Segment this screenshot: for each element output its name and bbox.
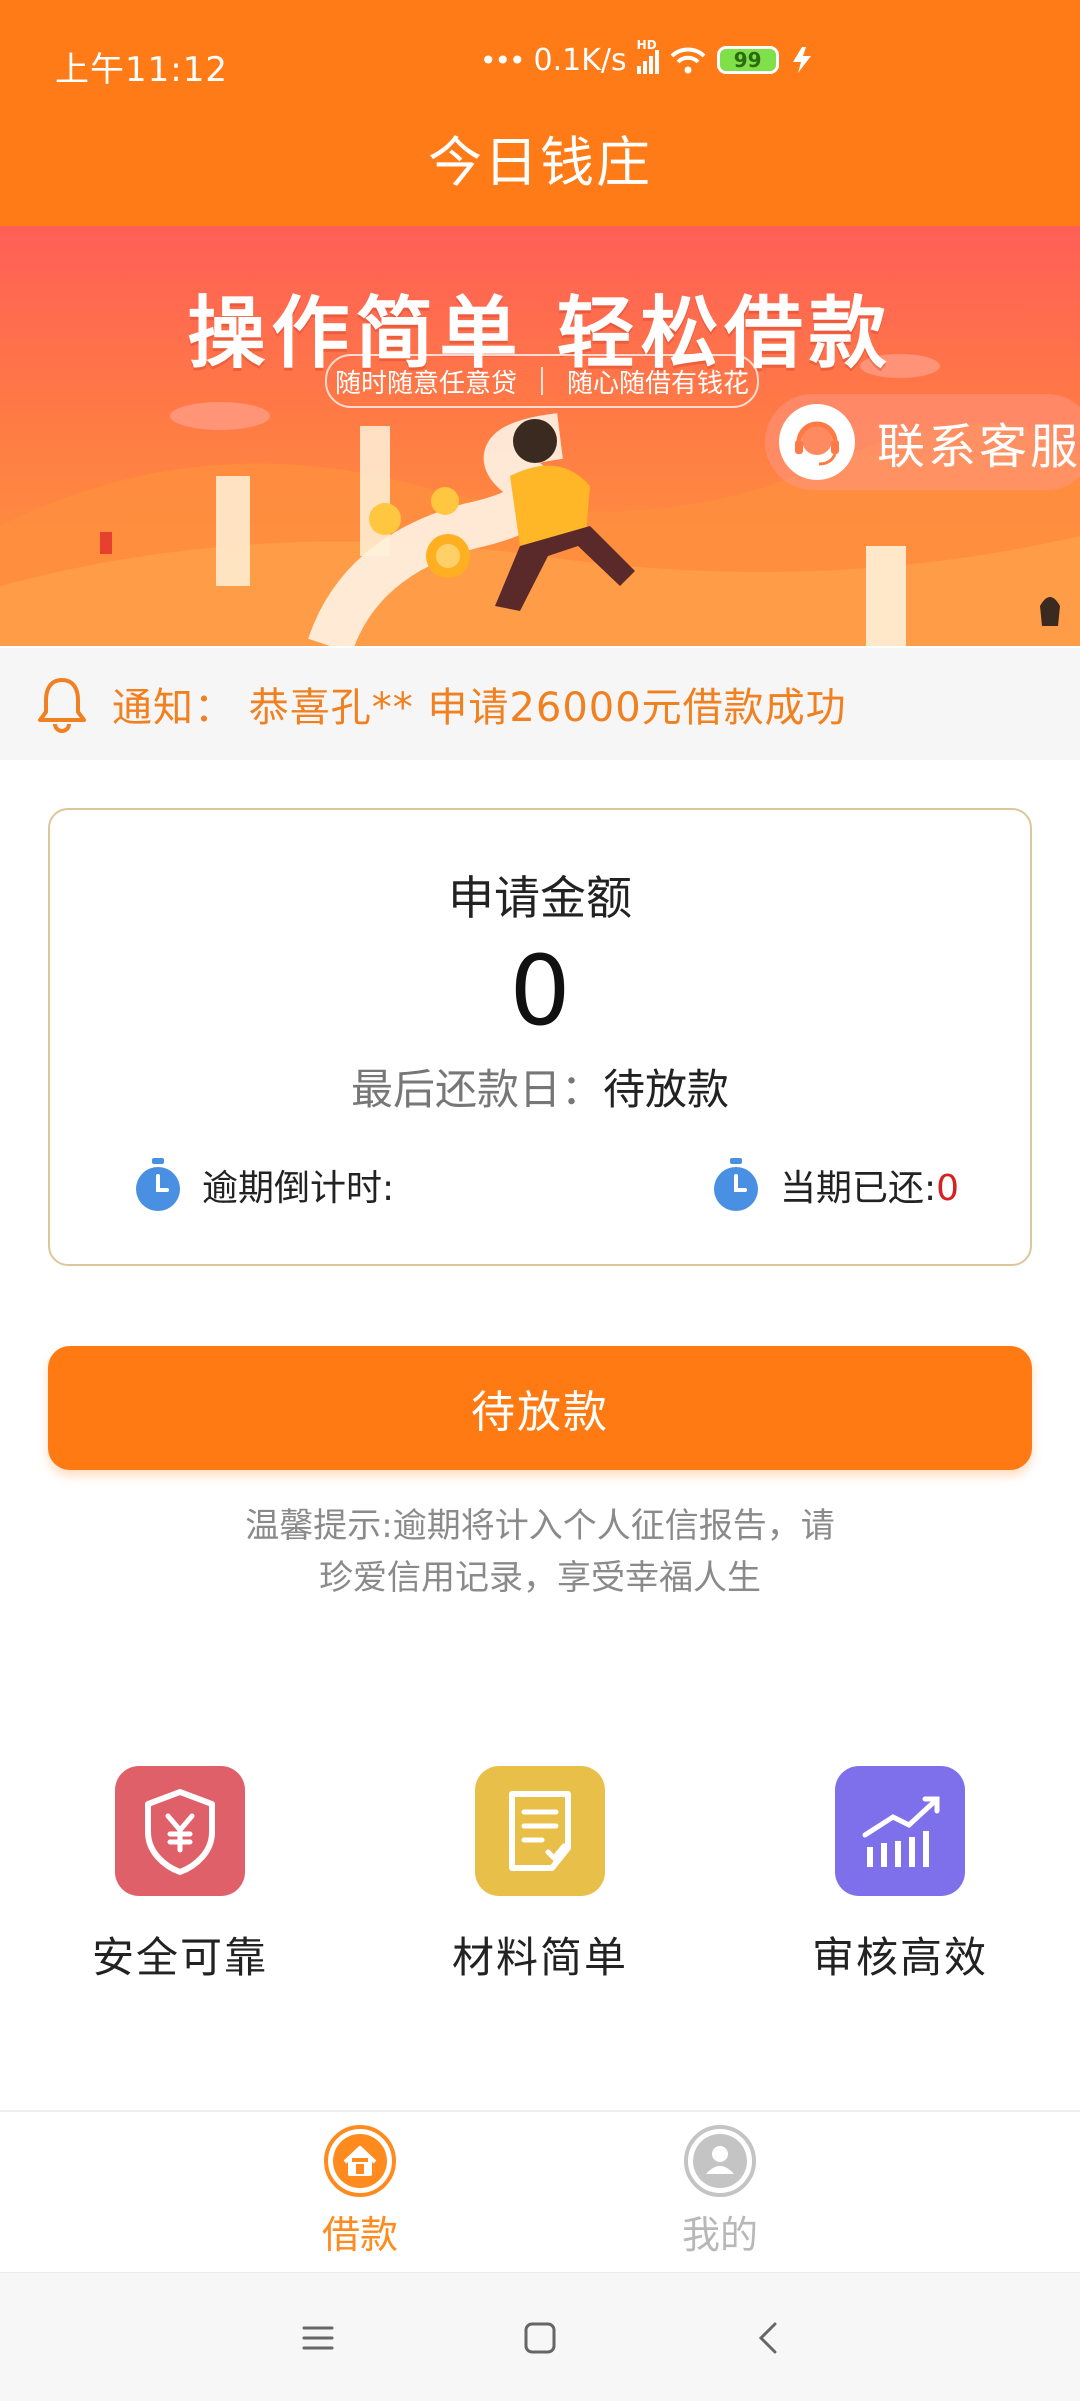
period-paid-label: 当期已还: — [780, 1168, 937, 1209]
network-speed: 0.1K/s — [533, 42, 627, 78]
bottom-tab-bar: 借款 我的 — [0, 2110, 1080, 2272]
document-check-icon — [475, 1766, 605, 1896]
warm-tip-line-1: 温馨提示:逾期将计入个人征信报告，请 — [245, 1506, 835, 1546]
hd-badge: HD — [636, 38, 657, 52]
banner-tag-left: 随时随意任意贷 — [334, 368, 517, 399]
feature-label-simple: 材料简单 — [451, 1933, 628, 1982]
warm-tip-line-2: 珍爱信用记录，享受幸福人生 — [319, 1558, 761, 1598]
overdue-countdown: 逾期倒计时: — [132, 1156, 394, 1214]
signal-icon: HD — [636, 38, 659, 74]
due-date-value: 待放款 — [603, 1065, 730, 1114]
menu-icon — [302, 2326, 334, 2350]
stopwatch-icon — [136, 1158, 180, 1211]
banner-tags: 随时随意任意贷 随心随借有钱花 — [325, 354, 759, 408]
notice-text: 通知： 恭喜孔** 申请26000元借款成功 — [112, 685, 847, 731]
page-title: 今日钱庄 — [428, 131, 652, 194]
more-dots-icon: ••• — [480, 43, 526, 77]
banner-tag-right: 随心随借有钱花 — [567, 368, 750, 399]
back-button[interactable] — [728, 2303, 808, 2373]
feature-secure: 安全可靠 — [60, 1766, 300, 1985]
feature-label-secure: 安全可靠 — [91, 1933, 268, 1982]
status-time: 上午11:12 — [55, 50, 228, 90]
notice-bar: 通知： 恭喜孔** 申请26000元借款成功 — [0, 648, 1080, 760]
loan-card: 申请金额 0 最后还款日：待放款 逾期倒计时: 当期已还:0 — [48, 808, 1032, 1266]
warm-tip: 温馨提示:逾期将计入个人征信报告，请 珍爱信用记录，享受幸福人生 — [160, 1500, 920, 1604]
loan-amount-value: 0 — [509, 935, 571, 1047]
tab-mine-label: 我的 — [681, 2213, 758, 2257]
home-button[interactable] — [500, 2303, 580, 2373]
promo-banner: 操作简单 轻松借款 随时随意任意贷 随心随借有钱花 联系客服 — [0, 226, 1080, 646]
period-paid: 当期已还:0 — [710, 1156, 959, 1214]
tab-loan[interactable]: 借款 — [260, 2124, 460, 2259]
period-paid-value: 0 — [936, 1168, 960, 1209]
overdue-countdown-label: 逾期倒计时: — [202, 1168, 395, 1209]
tab-mine[interactable]: 我的 — [620, 2124, 820, 2259]
menu-button[interactable] — [278, 2303, 358, 2373]
stopwatch-icon — [714, 1158, 758, 1211]
feature-label-efficient: 审核高效 — [811, 1933, 988, 1982]
loan-amount-title: 申请金额 — [448, 871, 632, 925]
due-date-label: 最后还款日： — [350, 1065, 603, 1114]
contact-service-button[interactable]: 联系客服 — [765, 394, 1080, 490]
status-icons: ••• 0.1K/s HD 99 — [480, 38, 815, 80]
customer-service-icon — [779, 404, 855, 480]
user-icon — [684, 2125, 756, 2197]
charging-icon — [792, 47, 811, 73]
banner-tag-divider — [541, 367, 543, 395]
battery-indicator: 99 — [716, 46, 779, 74]
contact-service-label: 联系客服 — [877, 419, 1080, 475]
wifi-icon — [670, 47, 706, 74]
chart-up-icon — [835, 1766, 965, 1896]
due-date-row: 最后还款日：待放款 — [50, 1056, 1030, 1117]
chevron-left-icon — [758, 2322, 777, 2354]
feature-simple: 材料简单 — [420, 1766, 660, 1985]
tab-loan-label: 借款 — [321, 2213, 398, 2257]
square-home-icon — [524, 2322, 556, 2354]
feature-efficient: 审核高效 — [780, 1766, 1020, 1985]
home-icon — [324, 2125, 396, 2197]
shield-yen-icon — [115, 1766, 245, 1896]
bell-icon — [38, 678, 86, 733]
pending-disbursement-button[interactable]: 待放款 — [48, 1346, 1032, 1470]
period-paid-row: 当期已还:0 — [780, 1159, 959, 1211]
system-navigation-bar — [0, 2272, 1080, 2401]
